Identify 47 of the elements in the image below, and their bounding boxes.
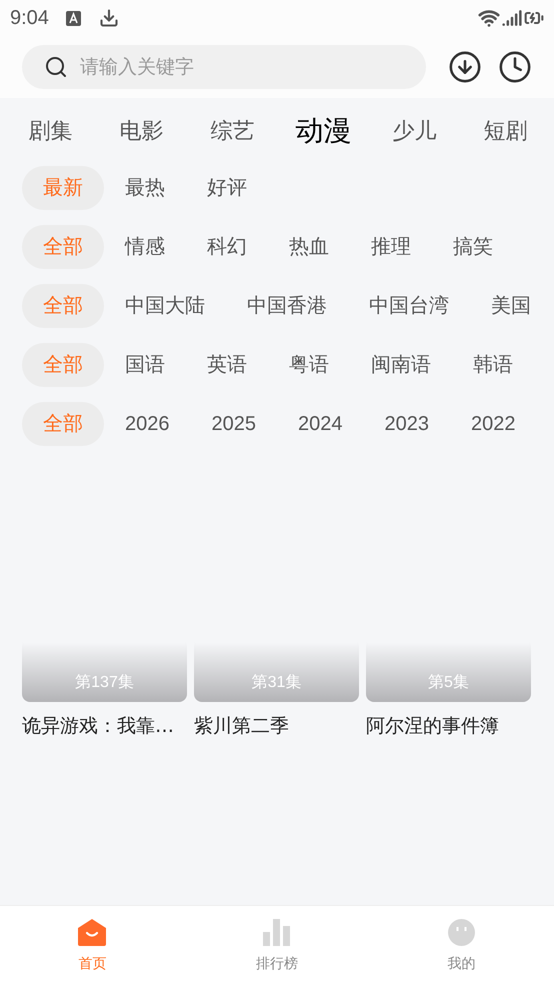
- house-icon: [78, 919, 106, 946]
- filter-chip[interactable]: 英语: [186, 343, 268, 387]
- category-tab[interactable]: 综艺: [187, 114, 278, 148]
- category-tab[interactable]: 短剧: [460, 114, 551, 148]
- category-tab[interactable]: 少儿: [369, 114, 460, 148]
- video-title[interactable]: 紫川第二季: [194, 712, 359, 740]
- episode-label: 第5集: [428, 673, 469, 693]
- filter-chip[interactable]: 最热: [104, 166, 186, 210]
- video-title[interactable]: 阿尔涅的事件簿: [366, 712, 531, 740]
- filter-chip[interactable]: 推理: [350, 225, 432, 269]
- face-icon: [448, 919, 476, 946]
- filter-chip[interactable]: 2024: [277, 402, 364, 446]
- status-time: 9:04: [10, 6, 49, 31]
- filter-chip[interactable]: 搞笑: [432, 225, 514, 269]
- filter-chip[interactable]: 美国: [470, 284, 552, 328]
- episode-label: 第137集: [75, 673, 134, 693]
- filter-chip[interactable]: 好评: [186, 166, 268, 210]
- category-tab[interactable]: 电影: [96, 114, 187, 148]
- download-icon[interactable]: [448, 50, 482, 84]
- search-icon: [44, 55, 68, 79]
- filter-chip[interactable]: 中国大陆: [104, 284, 226, 328]
- wifi-icon: [478, 7, 500, 29]
- category-tab[interactable]: 剧集: [5, 114, 96, 148]
- history-icon[interactable]: [498, 50, 532, 84]
- category-tab[interactable]: 动漫: [278, 110, 369, 152]
- filter-chip[interactable]: 热血: [268, 225, 350, 269]
- filter-chip[interactable]: 2026: [104, 402, 190, 446]
- filter-chip[interactable]: 中国香港: [226, 284, 348, 328]
- filter-chip[interactable]: 闽南语: [350, 343, 452, 387]
- search-field[interactable]: 请输入关键字: [22, 45, 426, 89]
- nav-tab[interactable]: 我的: [369, 906, 554, 984]
- filter-chip[interactable]: 韩语: [452, 343, 534, 387]
- download-icon: [98, 8, 119, 28]
- filter-chip[interactable]: 2025: [190, 402, 277, 446]
- nav-tab[interactable]: 排行榜: [184, 906, 370, 984]
- filter-chip[interactable]: 科幻: [186, 225, 268, 269]
- video-title[interactable]: 诡异游戏：我靠…: [22, 712, 187, 740]
- filter-chip[interactable]: 国语: [104, 343, 186, 387]
- episode-label: 第31集: [252, 673, 302, 693]
- filter-chip[interactable]: 2022: [450, 402, 536, 446]
- signal-icon: [502, 8, 522, 28]
- bar-chart-icon: [263, 919, 291, 946]
- filter-chip[interactable]: 粤语: [268, 343, 350, 387]
- keyboard-icon: [66, 10, 81, 26]
- filter-chip[interactable]: 情感: [104, 225, 186, 269]
- filter-chip[interactable]: 2023: [364, 402, 450, 446]
- filter-chip[interactable]: 中国台湾: [348, 284, 470, 328]
